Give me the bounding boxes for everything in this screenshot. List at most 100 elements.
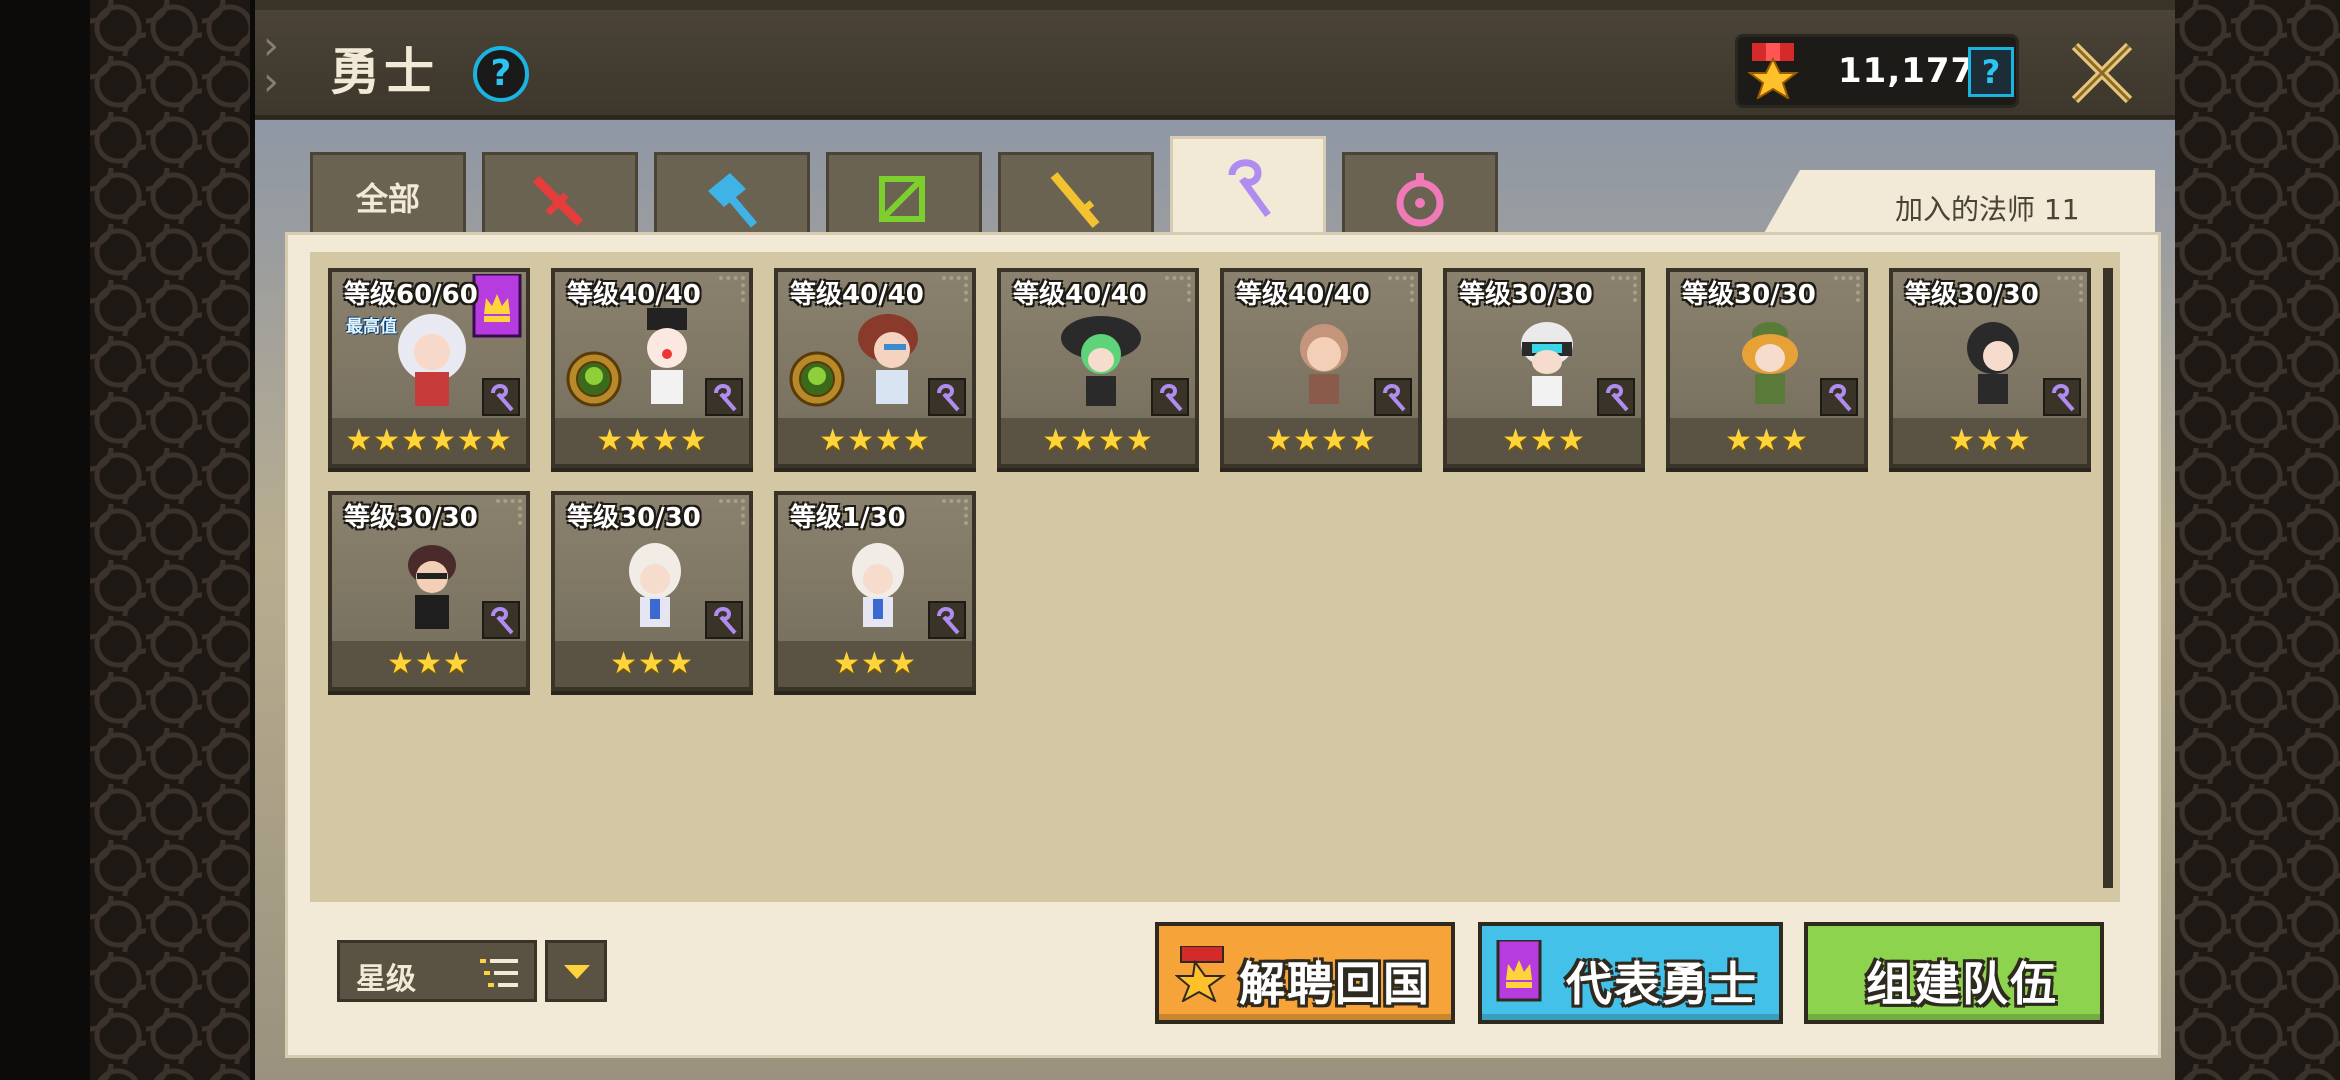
sort-selector[interactable]: 星级 bbox=[337, 940, 537, 1002]
hero-card[interactable]: 等级30/30 ★★★ bbox=[1666, 268, 1868, 468]
hero-stars: ★★★ bbox=[1893, 418, 2087, 464]
bow-icon bbox=[879, 176, 925, 222]
staff-class-icon bbox=[1597, 378, 1635, 416]
card-corner-decor bbox=[1834, 276, 1860, 302]
card-corner-decor bbox=[1611, 276, 1637, 302]
hero-portrait-icon bbox=[398, 314, 466, 406]
hero-card[interactable]: 等级40/40 ★★★★ bbox=[1220, 268, 1422, 468]
hero-card-portrait-area: 等级30/30 bbox=[555, 495, 749, 641]
hero-portrait-icon bbox=[629, 543, 681, 627]
tab-healer[interactable] bbox=[1342, 152, 1498, 243]
staff-class-icon bbox=[1151, 378, 1189, 416]
tab-tank[interactable] bbox=[654, 152, 810, 243]
scrollbar[interactable] bbox=[2103, 268, 2113, 888]
medal-currency: 11,177 ? bbox=[1735, 34, 2019, 108]
right-ornament-border bbox=[2175, 0, 2340, 1080]
hero-level: 等级60/60 bbox=[344, 280, 478, 310]
joined-count-label: 加入的法师 11 bbox=[1895, 193, 2080, 226]
hero-card-portrait-area: 等级40/40 bbox=[1001, 272, 1195, 418]
hero-level: 等级30/30 bbox=[1459, 280, 1593, 310]
medal-icon bbox=[1175, 946, 1227, 1002]
medal-icon bbox=[1747, 43, 1799, 99]
hero-level: 等级40/40 bbox=[1013, 280, 1147, 310]
hero-level: 等级30/30 bbox=[567, 503, 701, 533]
currency-value: 11,177 bbox=[1838, 51, 1976, 91]
tab-all-label: 全部 bbox=[355, 180, 420, 218]
tab-gunner[interactable] bbox=[998, 152, 1154, 243]
close-icon[interactable] bbox=[2067, 38, 2137, 108]
hero-stars: ★★★★ bbox=[1224, 418, 1418, 464]
hero-portrait-icon bbox=[1300, 324, 1348, 404]
card-corner-decor bbox=[942, 276, 968, 302]
help-button[interactable]: ? bbox=[473, 46, 529, 102]
tab-mage[interactable] bbox=[1170, 136, 1326, 243]
hero-card-portrait-area: 等级60/60 最高值 bbox=[332, 272, 526, 418]
sort-label: 星级 bbox=[356, 962, 416, 997]
hero-level: 等级40/40 bbox=[567, 280, 701, 310]
heroes-window: › › 勇士 ? 11,177 ? 全部 加入的法师 11 等级60/60 最高… bbox=[255, 0, 2175, 1080]
sort-dropdown-button[interactable] bbox=[545, 940, 607, 1002]
staff-class-icon bbox=[705, 378, 743, 416]
staff-class-icon bbox=[1820, 378, 1858, 416]
hero-card[interactable]: 等级30/30 ★★★ bbox=[328, 491, 530, 691]
card-corner-decor bbox=[942, 499, 968, 525]
hero-stars: ★★★ bbox=[1447, 418, 1641, 464]
hero-level: 等级30/30 bbox=[1905, 280, 2039, 310]
title-bar: › › 勇士 ? 11,177 ? bbox=[255, 10, 2175, 119]
tab-warrior[interactable] bbox=[482, 152, 638, 243]
hero-card[interactable]: 等级30/30 ★★★ bbox=[551, 491, 753, 691]
max-level-badge: 最高值 bbox=[346, 317, 397, 337]
card-corner-decor bbox=[496, 499, 522, 525]
card-corner-decor bbox=[1165, 276, 1191, 302]
representative-flag-icon bbox=[1496, 940, 1542, 1002]
hero-card-portrait-area: 等级40/40 bbox=[555, 272, 749, 418]
ring-icon bbox=[566, 351, 622, 407]
card-corner-decor bbox=[1388, 276, 1414, 302]
hero-stars: ★★★ bbox=[778, 641, 972, 687]
hero-level: 等级30/30 bbox=[1682, 280, 1816, 310]
hero-level: 等级30/30 bbox=[344, 503, 478, 533]
hero-stars: ★★★ bbox=[332, 641, 526, 687]
page-title: 勇士 bbox=[330, 43, 438, 101]
form-team-button[interactable]: 组建队伍 bbox=[1804, 922, 2104, 1024]
hero-card-portrait-area: 等级30/30 bbox=[1670, 272, 1864, 418]
hero-card[interactable]: 等级40/40 ★★★★ bbox=[774, 268, 976, 468]
hero-portrait-icon bbox=[408, 545, 456, 629]
hero-level: 等级40/40 bbox=[790, 280, 924, 310]
hero-card[interactable]: 等级40/40 ★★★★ bbox=[551, 268, 753, 468]
staff-class-icon bbox=[928, 601, 966, 639]
tab-archer[interactable] bbox=[826, 152, 982, 243]
hero-card-portrait-area: 等级1/30 bbox=[778, 495, 972, 641]
dismiss-button[interactable]: 解聘回国 bbox=[1155, 922, 1455, 1024]
hero-card[interactable]: 等级40/40 ★★★★ bbox=[997, 268, 1199, 468]
hero-stars: ★★★★★★ bbox=[332, 418, 526, 464]
hero-stars: ★★★ bbox=[555, 641, 749, 687]
hero-portrait-icon bbox=[1521, 322, 1573, 406]
representative-hero-button-label: 代表勇士 bbox=[1566, 957, 1758, 1011]
tab-all[interactable]: 全部 bbox=[310, 152, 466, 243]
hero-card-portrait-area: 等级30/30 bbox=[1893, 272, 2087, 418]
card-corner-decor bbox=[2057, 276, 2083, 302]
dismiss-button-label: 解聘回国 bbox=[1239, 957, 1431, 1011]
hero-level: 等级1/30 bbox=[790, 503, 906, 533]
hero-card-portrait-area: 等级40/40 bbox=[778, 272, 972, 418]
chevron-down-icon bbox=[564, 965, 590, 979]
hero-stars: ★★★★ bbox=[778, 418, 972, 464]
currency-help-button[interactable]: ? bbox=[1968, 47, 2014, 97]
card-corner-decor bbox=[719, 499, 745, 525]
chevron-decor-icon: › › bbox=[263, 23, 279, 105]
representative-hero-button[interactable]: 代表勇士 bbox=[1478, 922, 1783, 1024]
hero-card[interactable]: 等级60/60 最高值 ★★★★★★ bbox=[328, 268, 530, 468]
ring-icon bbox=[789, 351, 845, 407]
healer-icon bbox=[1396, 173, 1444, 227]
staff-icon bbox=[1228, 159, 1271, 218]
hero-portrait-icon bbox=[852, 543, 904, 627]
hero-card[interactable]: 等级30/30 ★★★ bbox=[1443, 268, 1645, 468]
hammer-icon bbox=[708, 173, 758, 228]
hero-card-portrait-area: 等级30/30 bbox=[1447, 272, 1641, 418]
card-corner-decor bbox=[719, 276, 745, 302]
hero-card[interactable]: 等级1/30 ★★★ bbox=[774, 491, 976, 691]
sword-icon bbox=[532, 175, 584, 227]
hero-card[interactable]: 等级30/30 ★★★ bbox=[1889, 268, 2091, 468]
staff-class-icon bbox=[482, 378, 520, 416]
